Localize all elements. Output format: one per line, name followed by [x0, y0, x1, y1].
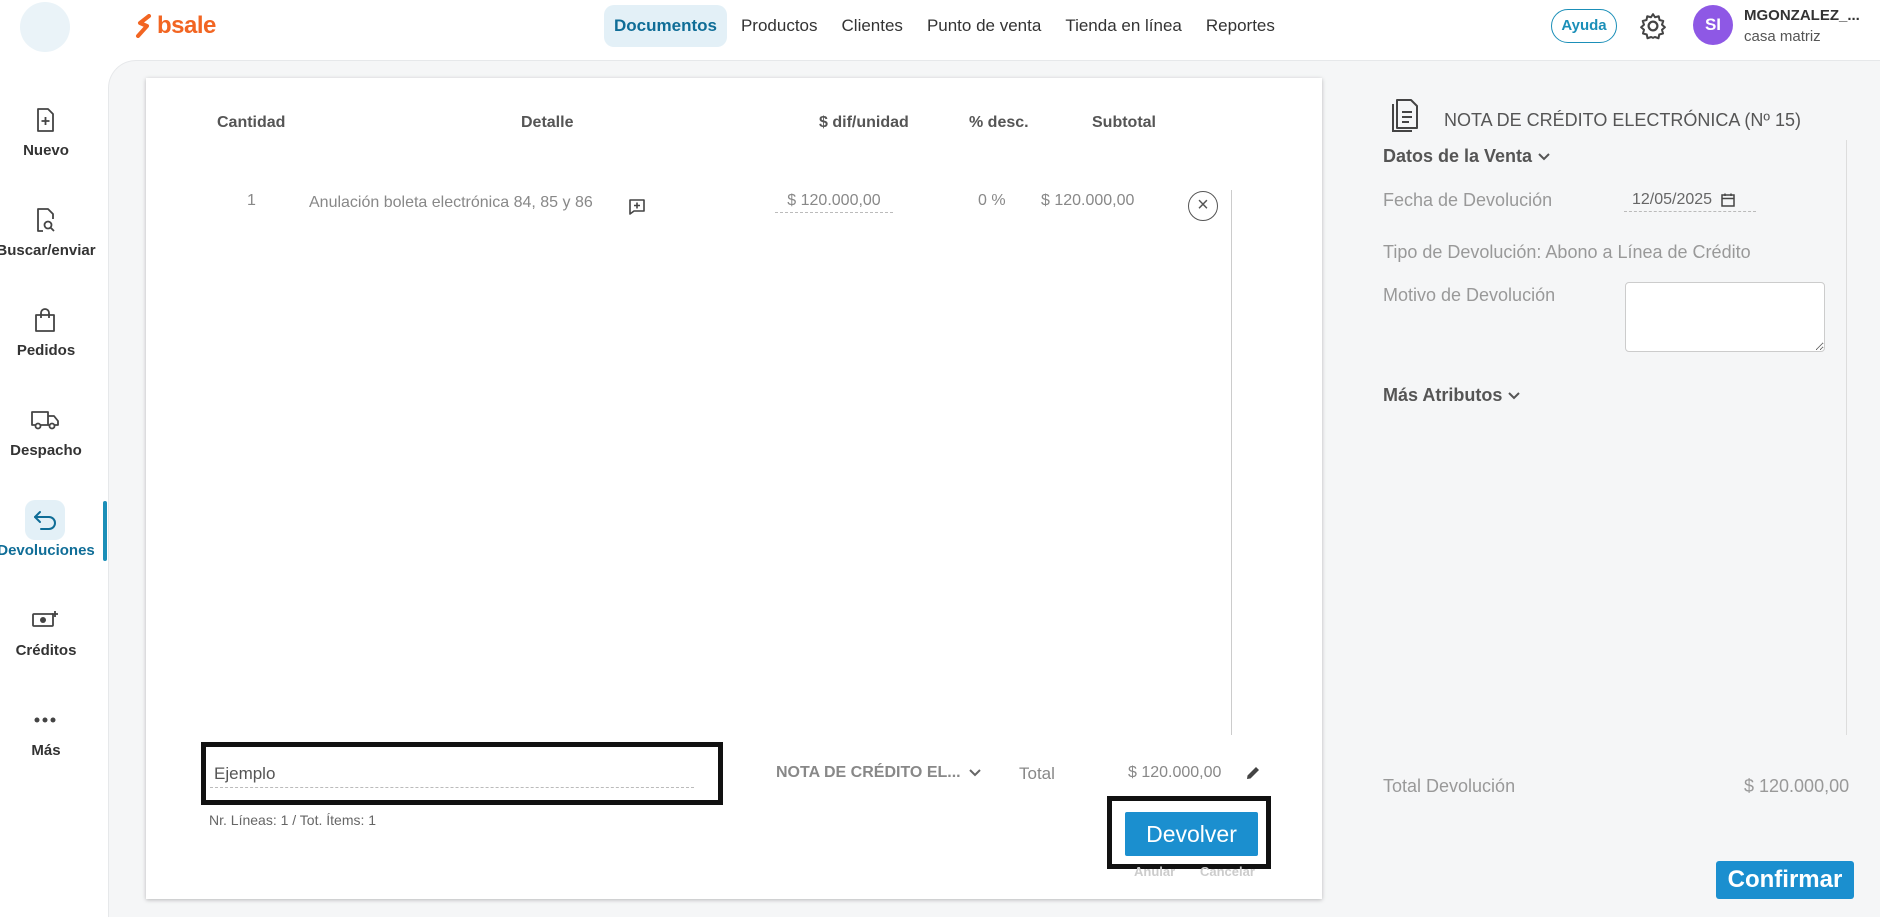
total-value: $ 120.000,00	[1128, 764, 1222, 781]
avatar[interactable]: SI	[1693, 5, 1733, 45]
return-reason-label: Motivo de Devolución	[1383, 285, 1556, 305]
row-subtotal: $ 120.000,00	[1041, 192, 1135, 209]
remove-line-button[interactable]: ×	[1188, 191, 1218, 221]
document-type-select[interactable]: NOTA DE CRÉDITO EL...	[776, 764, 981, 782]
sidebar-item-label: Nuevo	[23, 142, 69, 159]
column-header-unit-price: $ dif/unidad	[819, 114, 909, 131]
branch-name: casa matriz	[1744, 28, 1821, 45]
nav-punto-de-venta[interactable]: Punto de venta	[917, 5, 1051, 47]
row-detail[interactable]: Anulación boleta electrónica 84, 85 y 86	[309, 194, 593, 212]
return-button[interactable]: Devolver	[1125, 812, 1258, 856]
column-header-quantity: Cantidad	[217, 114, 286, 131]
document-icon	[1392, 99, 1418, 132]
total-return-label: Total Devolución	[1383, 776, 1516, 796]
column-header-subtotal: Subtotal	[1092, 114, 1156, 131]
sidebar-item-label: Pedidos	[16, 342, 76, 359]
more-attributes-label: Más Atributos	[1383, 385, 1503, 405]
column-header-discount: % desc.	[969, 114, 1029, 131]
row-unit-price[interactable]: $ 120.000,00	[775, 192, 893, 213]
return-arrow-icon	[25, 500, 65, 540]
row-quantity[interactable]: 1	[247, 192, 256, 210]
active-indicator	[103, 501, 107, 561]
more-dots-icon	[29, 704, 61, 736]
sidebar-item-label: Buscar/enviar	[0, 242, 96, 259]
sidebar-item-despacho[interactable]: Despacho	[0, 392, 108, 476]
user-name[interactable]: MGONZALEZ_...	[1744, 7, 1860, 24]
truck-icon	[29, 404, 61, 436]
comment-input[interactable]	[210, 760, 694, 788]
sidebar-item-devoluciones[interactable]: Devoluciones	[0, 492, 108, 576]
chevron-down-icon	[1538, 152, 1550, 160]
more-attributes-toggle[interactable]: Más Atributos	[1383, 385, 1521, 406]
calendar-icon[interactable]	[1720, 192, 1736, 208]
sidebar-item-buscar-enviar[interactable]: Buscar/enviar	[0, 192, 108, 276]
sidebar-item-label: Créditos	[15, 642, 77, 659]
nav-tienda-en-linea[interactable]: Tienda en línea	[1055, 5, 1192, 47]
nav-clientes[interactable]: Clientes	[832, 5, 913, 47]
sidebar-item-nuevo[interactable]: Nuevo	[0, 92, 108, 176]
total-return-value: $ 120.000,00	[1744, 776, 1850, 796]
gear-icon[interactable]	[1638, 11, 1668, 41]
return-type-text: Tipo de Devolución: Abono a Línea de Cré…	[1383, 242, 1751, 262]
brand-name: bsale	[157, 12, 216, 39]
cancel-link[interactable]: Cancelar	[1200, 864, 1255, 879]
shopping-bag-icon	[29, 304, 61, 336]
help-button[interactable]: Ayuda	[1551, 9, 1617, 43]
sidebar-item-label: Devoluciones	[0, 542, 95, 559]
return-reason-input[interactable]	[1625, 282, 1825, 352]
line-count-info: Nr. Líneas: 1 / Tot. Ítems: 1	[209, 812, 377, 828]
return-date-label: Fecha de Devolución	[1383, 190, 1553, 210]
confirm-button[interactable]: Confirmar	[1716, 861, 1854, 899]
top-bar: bsale Documentos Productos Clientes Punt…	[0, 0, 1880, 52]
app-menu-button[interactable]	[20, 2, 70, 52]
file-search-icon	[29, 204, 61, 236]
sidebar-item-mas[interactable]: Más	[0, 692, 108, 776]
row-discount[interactable]: 0 %	[978, 192, 1006, 210]
divider	[1846, 140, 1847, 735]
file-plus-icon	[29, 104, 61, 136]
divider	[1231, 190, 1232, 735]
sale-data-toggle[interactable]: Datos de la Venta	[1383, 146, 1550, 167]
document-type-value: NOTA DE CRÉDITO EL...	[776, 764, 961, 781]
return-date-value: 12/05/2025	[1632, 190, 1713, 208]
column-header-detail: Detalle	[521, 114, 574, 131]
nav-documentos[interactable]: Documentos	[604, 5, 727, 47]
total-label: Total	[1019, 764, 1055, 783]
bsale-logo-icon	[136, 14, 151, 38]
sidebar-item-pedidos[interactable]: Pedidos	[0, 292, 108, 376]
bsale-logo[interactable]: bsale	[135, 12, 216, 40]
main-nav: Documentos Productos Clientes Punto de v…	[604, 5, 1289, 47]
return-date-field[interactable]: 12/05/2025	[1624, 188, 1756, 212]
sidebar-item-creditos[interactable]: Créditos	[0, 592, 108, 676]
sidebar-item-label: Más	[31, 742, 61, 759]
chevron-down-icon	[1508, 391, 1521, 399]
panel-title: NOTA DE CRÉDITO ELECTRÓNICA (Nº 15)	[1444, 110, 1801, 130]
sidebar-item-label: Despacho	[10, 442, 82, 459]
sale-data-label: Datos de la Venta	[1383, 146, 1533, 166]
nav-productos[interactable]: Productos	[731, 5, 828, 47]
add-comment-icon[interactable]	[628, 198, 646, 216]
pencil-icon[interactable]	[1244, 764, 1262, 782]
annul-link[interactable]: Anular	[1134, 864, 1175, 879]
nav-reportes[interactable]: Reportes	[1196, 5, 1285, 47]
money-plus-icon	[29, 604, 61, 636]
chevron-down-icon	[968, 769, 981, 777]
